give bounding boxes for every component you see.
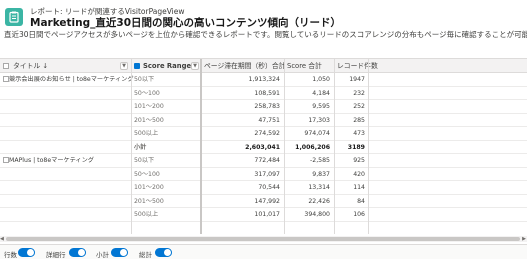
subtotal-label: 小計 xyxy=(134,143,147,151)
subtotal-toggle-label: 小計 xyxy=(96,251,109,259)
row-count-toggle-label: 行数 xyxy=(4,251,17,259)
score-total-cell: 4,184 xyxy=(312,89,330,97)
report-header: レポート: リードが関連するVisitorPageView Marketing_… xyxy=(0,0,527,40)
score-range-cell: 101～200 xyxy=(134,184,164,191)
table-row[interactable]: 201～500 147,992 22,426 84 xyxy=(0,195,527,208)
column-header-score-total-label: Score 合計 xyxy=(287,62,322,70)
dwell-time-cell: 772,484 xyxy=(254,157,280,164)
score-range-cell: 50以下 xyxy=(134,76,155,83)
column-divider xyxy=(334,59,335,234)
score-total-cell: 1,050 xyxy=(312,76,330,83)
table-row[interactable]: 500以上 101,017 394,800 106 xyxy=(0,208,527,222)
report-footer: 行数 詳細行 小計 総計 xyxy=(0,244,527,259)
dwell-time-cell: 108,591 xyxy=(254,89,280,97)
chevron-down-icon[interactable]: ▼ xyxy=(120,62,128,70)
table-row[interactable]: 50～100 317,097 9,837 420 xyxy=(0,168,527,181)
score-total-cell: -2,585 xyxy=(310,157,330,164)
score-range-cell: 500以上 xyxy=(134,211,159,218)
record-count-cell: 84 xyxy=(357,197,365,205)
record-count-cell: 232 xyxy=(353,89,365,97)
column-header-title-label: タイトル ↓ xyxy=(13,62,49,70)
score-total-cell: 22,426 xyxy=(308,197,330,205)
record-count-cell: 285 xyxy=(353,116,365,124)
dwell-time-cell: 317,097 xyxy=(254,170,280,178)
select-all-checkbox[interactable] xyxy=(3,63,9,69)
report-title: Marketing_直近30日間の関心の高いコンテンツ傾向（リード） xyxy=(30,17,342,29)
dwell-time-cell: 101,017 xyxy=(254,211,280,218)
detail-rows-toggle-label: 詳細行 xyxy=(46,251,66,259)
score-range-cell: 50以下 xyxy=(134,157,155,164)
score-total-cell: 17,303 xyxy=(308,116,330,124)
dwell-time-cell: 274,592 xyxy=(254,130,280,137)
column-header-record-count[interactable]: レコード件数 xyxy=(334,59,527,73)
column-divider xyxy=(131,59,132,234)
column-header-title[interactable]: タイトル ↓ ▼ xyxy=(0,59,131,73)
record-count-cell: 252 xyxy=(353,103,365,110)
scrollbar-thumb[interactable] xyxy=(6,237,520,241)
dwell-time-cell: 70,544 xyxy=(258,184,280,191)
dwell-time-cell: 258,783 xyxy=(254,103,280,110)
record-count-cell: 106 xyxy=(353,211,365,218)
row-count-toggle[interactable] xyxy=(18,248,35,257)
subtotal-toggle[interactable] xyxy=(111,248,128,257)
table-row[interactable]: MAPlus | to8eマーケティング 50以下 772,484 -2,585 925 xyxy=(0,154,527,168)
column-divider xyxy=(200,59,202,234)
score-range-cell: 101～200 xyxy=(134,103,164,110)
score-range-cell: 201～500 xyxy=(134,116,164,124)
subtotal-row: 小計 2,603,041 1,006,206 3189 xyxy=(0,141,527,154)
report-table: タイトル ↓ ▼ Score Range ↑ ▼ ページ滞在期間（秒）合計 Sc… xyxy=(0,58,527,234)
grouping-icon xyxy=(134,63,140,69)
table-row[interactable]: 201～500 47,751 17,303 285 xyxy=(0,114,527,127)
score-range-cell: 50～100 xyxy=(134,89,160,97)
dwell-time-cell: 1,913,324 xyxy=(248,76,281,83)
score-total-cell: 974,074 xyxy=(304,130,330,137)
group-title-cell[interactable]: 競示会出展のお知らせ | to8eマーケティング xyxy=(9,73,134,86)
group-title-cell[interactable]: MAPlus | to8eマーケティング xyxy=(9,154,94,167)
scroll-left-icon[interactable]: ◀ xyxy=(0,236,4,242)
column-header-score-total[interactable]: Score 合計 xyxy=(284,59,334,73)
dwell-time-cell: 47,751 xyxy=(258,116,280,124)
clipboard-icon xyxy=(9,11,19,23)
subtotal-record-count: 3189 xyxy=(347,143,365,151)
chevron-down-icon[interactable]: ▼ xyxy=(191,62,199,70)
column-header-score-range[interactable]: Score Range ↑ ▼ xyxy=(131,59,201,73)
record-count-cell: 1947 xyxy=(349,76,365,83)
report-description: 直近30日間でページアクセスが多いページを上位から確認できるレポートです。閲覧し… xyxy=(4,30,527,39)
grand-total-toggle-label: 総計 xyxy=(139,251,152,259)
dwell-time-cell: 147,992 xyxy=(254,197,280,205)
score-total-cell: 394,800 xyxy=(304,211,330,218)
record-count-cell: 925 xyxy=(353,157,365,164)
column-header-dwell-time-label: ページ滞在期間（秒）合計 xyxy=(204,62,286,70)
scroll-right-icon[interactable]: ▶ xyxy=(522,236,526,242)
column-divider xyxy=(368,59,369,234)
table-row[interactable]: 500以上 274,592 974,074 473 xyxy=(0,127,527,141)
record-count-cell: 420 xyxy=(353,170,365,178)
table-row[interactable]: 50～100 108,591 4,184 232 xyxy=(0,87,527,100)
report-app-icon xyxy=(5,8,23,26)
table-row[interactable]: 101～200 258,783 9,595 252 xyxy=(0,100,527,114)
score-range-cell: 201～500 xyxy=(134,197,164,205)
score-range-cell: 500以上 xyxy=(134,130,159,137)
column-divider xyxy=(284,59,285,234)
detail-rows-toggle[interactable] xyxy=(69,248,86,257)
record-count-cell: 473 xyxy=(353,130,365,137)
subtotal-score-total: 1,006,206 xyxy=(295,143,330,151)
column-header-record-count-label: レコード件数 xyxy=(337,62,378,70)
column-header-dwell-time[interactable]: ページ滞在期間（秒）合計 xyxy=(201,59,286,73)
subtotal-dwell-time: 2,603,041 xyxy=(245,143,280,151)
score-total-cell: 9,595 xyxy=(312,103,330,110)
score-range-cell: 50～100 xyxy=(134,170,160,178)
grand-total-toggle[interactable] xyxy=(155,248,172,257)
table-row[interactable]: 101～200 70,544 13,314 114 xyxy=(0,181,527,195)
record-count-cell: 114 xyxy=(353,184,365,191)
table-row[interactable]: 競示会出展のお知らせ | to8eマーケティング 50以下 1,913,324 1,0… xyxy=(0,73,527,87)
score-total-cell: 9,837 xyxy=(312,170,330,178)
score-total-cell: 13,314 xyxy=(308,184,330,191)
horizontal-scrollbar[interactable]: ◀ ▶ xyxy=(0,236,527,242)
